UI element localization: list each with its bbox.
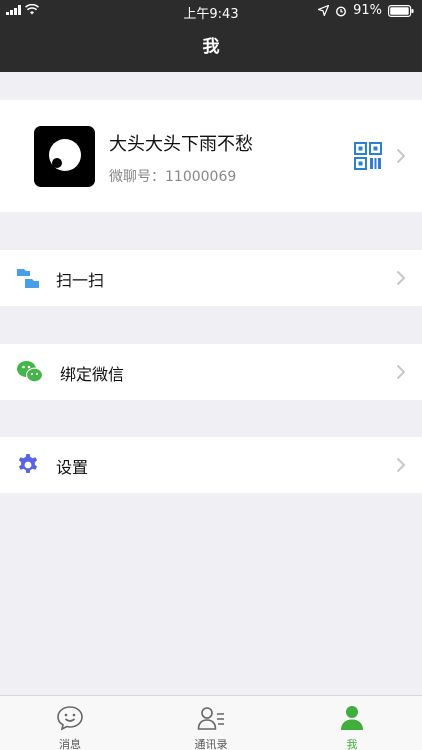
profile-name: 大头大头下雨不愁 — [109, 134, 253, 155]
battery-icon — [388, 4, 414, 17]
gear-icon — [18, 454, 38, 473]
person-icon — [341, 706, 363, 730]
tab-contacts[interactable]: 通讯录 — [141, 696, 281, 750]
alarm-icon — [336, 5, 347, 17]
contacts-icon — [197, 707, 224, 730]
menu-item-label: 扫一扫 — [56, 271, 105, 290]
profile-id: 微聊号：11000069 — [109, 169, 237, 185]
menu-item-bind-wechat[interactable]: 绑定微信 — [0, 344, 422, 400]
menu-item-scan[interactable]: 扫一扫 — [0, 250, 422, 306]
location-arrow-icon — [318, 5, 330, 16]
menu-item-settings[interactable]: 设置 — [0, 437, 422, 493]
profile-card[interactable]: 大头大头下雨不愁 微聊号：11000069 — [0, 100, 422, 212]
tab-label: 通讯录 — [194, 738, 228, 750]
chevron-right-icon — [396, 457, 406, 473]
wechat-icon — [17, 361, 44, 383]
chevron-right-icon — [396, 364, 406, 380]
page-title: 我 — [202, 37, 220, 57]
battery-percent: 91% — [353, 3, 382, 18]
tab-label: 消息 — [59, 738, 81, 750]
tab-messages[interactable]: 消息 — [0, 696, 140, 750]
tab-me[interactable]: 我 — [282, 696, 422, 750]
qr-code-icon[interactable] — [354, 142, 382, 170]
status-bar: 上午9:43 91% — [0, 0, 422, 22]
status-right: 91% — [318, 3, 414, 18]
menu-item-label: 设置 — [56, 458, 89, 477]
menu-item-label: 绑定微信 — [60, 365, 125, 384]
chevron-right-icon — [396, 148, 406, 164]
scan-icon — [17, 269, 39, 288]
chevron-right-icon — [396, 270, 406, 286]
tab-label: 我 — [346, 738, 358, 750]
message-icon — [57, 706, 83, 731]
tab-bar: 消息 通讯录 我 — [0, 695, 422, 750]
avatar[interactable] — [34, 126, 95, 187]
nav-bar: 我 — [0, 22, 422, 72]
